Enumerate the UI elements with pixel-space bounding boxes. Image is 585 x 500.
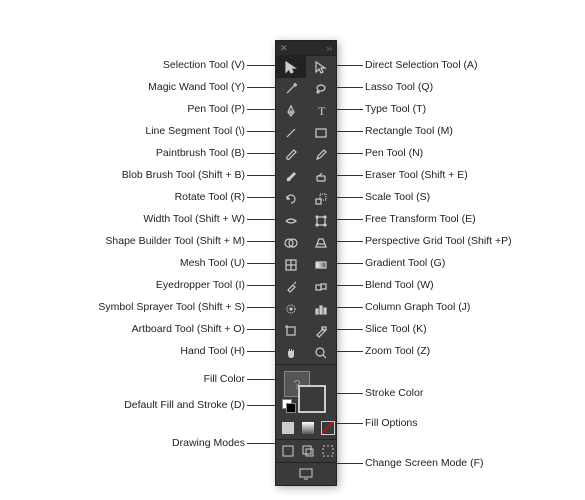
label-direct-selection: Direct Selection Tool (A) <box>365 59 477 71</box>
label-width: Width Tool (Shift + W) <box>143 213 245 225</box>
close-icon[interactable]: ✕ <box>280 44 288 53</box>
label-lasso: Lasso Tool (Q) <box>365 81 433 93</box>
direct-selection-tool[interactable] <box>306 56 336 78</box>
mesh-tool[interactable] <box>276 254 306 276</box>
label-drawing-modes: Drawing Modes <box>172 437 245 449</box>
draw-normal-button[interactable] <box>278 442 298 460</box>
label-free-transform: Free Transform Tool (E) <box>365 213 476 225</box>
blend-tool[interactable] <box>306 276 336 298</box>
drawing-modes <box>276 440 336 462</box>
draw-inside-button[interactable] <box>318 442 338 460</box>
free-transform-tool[interactable] <box>306 210 336 232</box>
blob-brush-tool[interactable] <box>276 166 306 188</box>
label-column-graph: Column Graph Tool (J) <box>365 301 470 313</box>
fill-solid-button[interactable] <box>278 419 298 437</box>
gradient-tool[interactable] <box>306 254 336 276</box>
magic-wand-tool[interactable] <box>276 78 306 100</box>
eyedropper-tool[interactable] <box>276 276 306 298</box>
color-section: ? <box>276 365 336 417</box>
label-rotate: Rotate Tool (R) <box>175 191 245 203</box>
symbol-sprayer-tool[interactable] <box>276 298 306 320</box>
label-fill-options: Fill Options <box>365 417 418 429</box>
panel-header: ✕ ›› <box>276 41 336 56</box>
label-mesh: Mesh Tool (U) <box>180 257 245 269</box>
pen-tool[interactable] <box>276 100 306 122</box>
label-selection: Selection Tool (V) <box>163 59 245 71</box>
panel-menu-icon[interactable]: ›› <box>327 44 332 53</box>
perspective-grid-tool[interactable] <box>306 232 336 254</box>
fill-options <box>276 417 336 439</box>
label-gradient: Gradient Tool (G) <box>365 257 445 269</box>
rotate-tool[interactable] <box>276 188 306 210</box>
slice-tool[interactable] <box>306 320 336 342</box>
label-zoom: Zoom Tool (Z) <box>365 345 430 357</box>
hand-tool[interactable] <box>276 342 306 364</box>
label-magic-wand: Magic Wand Tool (Y) <box>148 81 245 93</box>
width-tool[interactable] <box>276 210 306 232</box>
label-fill-color: Fill Color <box>204 373 245 385</box>
label-eraser: Eraser Tool (Shift + E) <box>365 169 468 181</box>
label-stroke-color: Stroke Color <box>365 387 423 399</box>
label-type: Type Tool (T) <box>365 103 426 115</box>
zoom-tool[interactable] <box>306 342 336 364</box>
label-scale: Scale Tool (S) <box>365 191 430 203</box>
label-screen-mode: Change Screen Mode (F) <box>365 457 483 469</box>
lasso-tool[interactable] <box>306 78 336 100</box>
tool-grid: T <box>276 56 336 364</box>
label-default-fill-stroke: Default Fill and Stroke (D) <box>124 399 245 411</box>
default-fill-stroke[interactable] <box>282 399 292 409</box>
selection-tool[interactable] <box>276 56 306 78</box>
svg-text:T: T <box>318 104 326 118</box>
artboard-tool[interactable] <box>276 320 306 342</box>
pen-right-tool[interactable] <box>306 144 336 166</box>
label-symbol-sprayer: Symbol Sprayer Tool (Shift + S) <box>98 301 245 313</box>
line-segment-tool[interactable] <box>276 122 306 144</box>
paintbrush-tool[interactable] <box>276 144 306 166</box>
stroke-swatch[interactable] <box>298 385 326 413</box>
screen-mode-button[interactable] <box>276 463 336 485</box>
label-eyedropper: Eyedropper Tool (I) <box>156 279 245 291</box>
rectangle-tool[interactable] <box>306 122 336 144</box>
column-graph-tool[interactable] <box>306 298 336 320</box>
draw-behind-button[interactable] <box>298 442 318 460</box>
label-shape-builder: Shape Builder Tool (Shift + M) <box>105 235 245 247</box>
label-paintbrush: Paintbrush Tool (B) <box>156 147 245 159</box>
label-hand: Hand Tool (H) <box>180 345 245 357</box>
label-slice: Slice Tool (K) <box>365 323 427 335</box>
eraser-tool[interactable] <box>306 166 336 188</box>
tools-panel: ✕ ›› T ? <box>275 40 337 486</box>
fill-none-button[interactable] <box>318 419 338 437</box>
label-pen: Pen Tool (P) <box>187 103 245 115</box>
type-tool[interactable]: T <box>306 100 336 122</box>
label-line-segment: Line Segment Tool (\) <box>145 125 245 137</box>
label-blend: Blend Tool (W) <box>365 279 434 291</box>
scale-tool[interactable] <box>306 188 336 210</box>
fill-gradient-button[interactable] <box>298 419 318 437</box>
shape-builder-tool[interactable] <box>276 232 306 254</box>
label-artboard: Artboard Tool (Shift + O) <box>132 323 245 335</box>
label-rectangle: Rectangle Tool (M) <box>365 125 453 137</box>
label-perspective-grid: Perspective Grid Tool (Shift +P) <box>365 235 512 247</box>
label-pen-right: Pen Tool (N) <box>365 147 423 159</box>
label-blob-brush: Blob Brush Tool (Shift + B) <box>122 169 245 181</box>
